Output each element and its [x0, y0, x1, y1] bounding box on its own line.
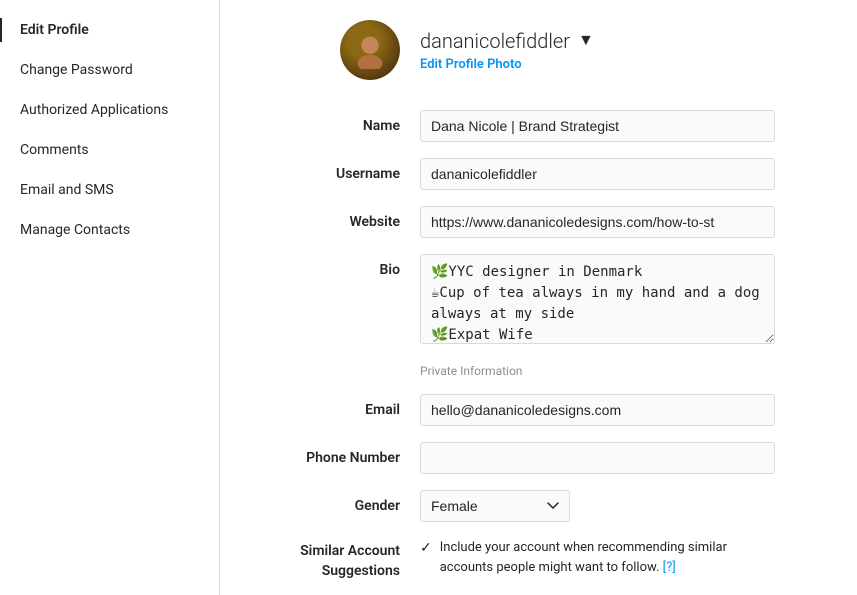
username-row: dananicolefiddler ▼ — [420, 29, 594, 53]
sidebar-item-label: Manage Contacts — [20, 222, 130, 238]
bio-row: Bio — [260, 254, 817, 348]
website-input[interactable] — [420, 206, 775, 238]
main-content: dananicolefiddler ▼ Edit Profile Photo N… — [220, 0, 857, 595]
suggestions-description: Include your account when recommending s… — [440, 540, 727, 575]
sidebar-item-label: Edit Profile — [20, 22, 89, 38]
name-label: Name — [260, 110, 420, 134]
username-row-form: Username — [260, 158, 817, 190]
edit-photo-link[interactable]: Edit Profile Photo — [420, 57, 594, 72]
sidebar-item-authorized-applications[interactable]: Authorized Applications — [0, 90, 219, 130]
suggestions-help-link[interactable]: [?] — [663, 560, 676, 575]
bio-label: Bio — [260, 254, 420, 278]
phone-label: Phone Number — [260, 442, 420, 466]
username-label: Username — [260, 158, 420, 182]
sidebar-item-comments[interactable]: Comments — [0, 130, 219, 170]
suggestions-content: ✓ Include your account when recommending… — [420, 538, 775, 577]
sidebar-item-edit-profile[interactable]: Edit Profile — [0, 10, 219, 50]
avatar — [340, 20, 400, 80]
avatar-image — [340, 20, 400, 80]
name-field-container — [420, 110, 775, 142]
suggestions-text: Include your account when recommending s… — [440, 538, 775, 577]
sidebar-item-change-password[interactable]: Change Password — [0, 50, 219, 90]
website-field-container — [420, 206, 775, 238]
name-input[interactable] — [420, 110, 775, 142]
sidebar-item-email-sms[interactable]: Email and SMS — [0, 170, 219, 210]
bio-textarea[interactable] — [420, 254, 775, 344]
sidebar-item-label: Change Password — [20, 62, 133, 78]
website-label: Website — [260, 206, 420, 230]
email-input[interactable] — [420, 394, 775, 426]
username-block: dananicolefiddler ▼ Edit Profile Photo — [420, 29, 594, 72]
website-row: Website — [260, 206, 817, 238]
phone-field-container — [420, 442, 775, 474]
sidebar: Edit Profile Change Password Authorized … — [0, 0, 220, 595]
gender-row: Gender Female Male Custom Prefer not to … — [260, 490, 817, 522]
email-label: Email — [260, 394, 420, 418]
gender-select[interactable]: Female Male Custom Prefer not to say — [420, 490, 570, 522]
email-field-container — [420, 394, 775, 426]
bio-field-container — [420, 254, 775, 348]
sidebar-item-label: Comments — [20, 142, 89, 158]
username-display: dananicolefiddler — [420, 29, 570, 53]
suggestions-row: Similar AccountSuggestions ✓ Include you… — [260, 538, 817, 581]
sidebar-item-label: Authorized Applications — [20, 102, 168, 118]
phone-input[interactable] — [420, 442, 775, 474]
suggestions-label: Similar AccountSuggestions — [260, 538, 420, 581]
private-info-label: Private Information — [420, 364, 817, 378]
username-field-container — [420, 158, 775, 190]
suggestions-checkmark: ✓ — [420, 540, 432, 556]
email-row: Email — [260, 394, 817, 426]
name-row: Name — [260, 110, 817, 142]
gender-label: Gender — [260, 490, 420, 514]
phone-row: Phone Number — [260, 442, 817, 474]
username-input[interactable] — [420, 158, 775, 190]
profile-header: dananicolefiddler ▼ Edit Profile Photo — [260, 20, 817, 80]
sidebar-item-label: Email and SMS — [20, 182, 114, 198]
gender-field-container: Female Male Custom Prefer not to say — [420, 490, 775, 522]
username-dropdown-button[interactable]: ▼ — [578, 32, 594, 50]
sidebar-item-manage-contacts[interactable]: Manage Contacts — [0, 210, 219, 250]
